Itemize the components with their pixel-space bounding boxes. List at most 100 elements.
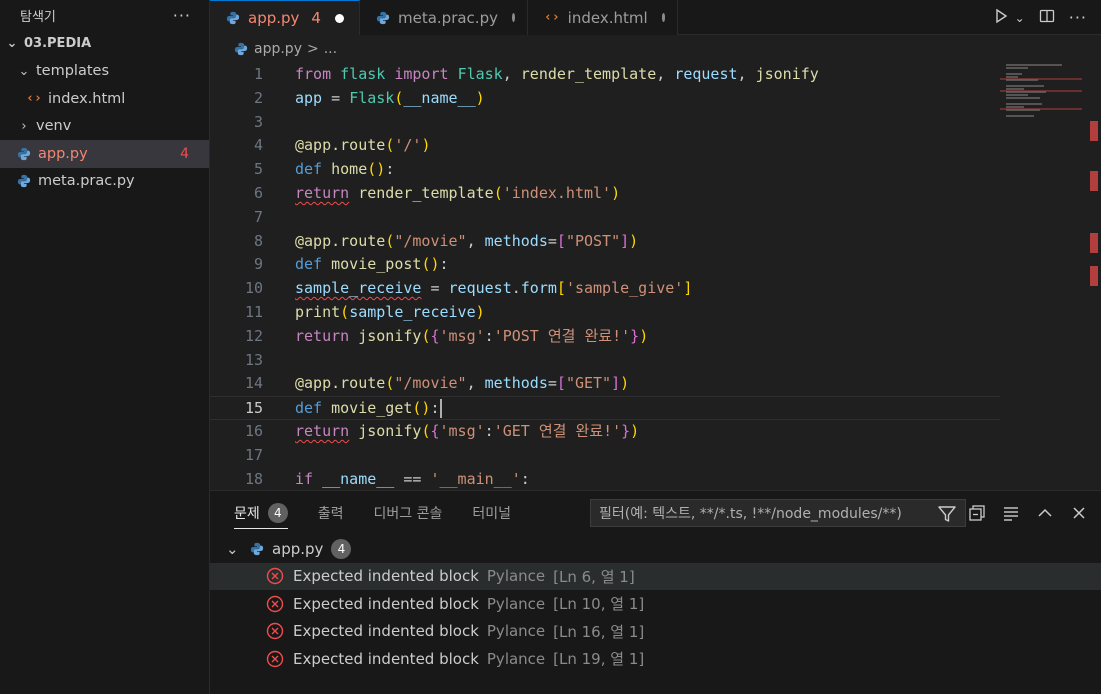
chevron-down-icon: ⌄ (6, 36, 18, 52)
tab-label: 문제 (234, 506, 260, 522)
error-icon (266, 622, 284, 640)
maximize-panel-icon[interactable] (1035, 503, 1055, 523)
problem-item[interactable]: Expected indented block Pylance [Ln 6, 열… (210, 562, 1101, 590)
unsaved-dot-icon[interactable] (661, 13, 665, 22)
more-actions-icon[interactable]: ··· (1069, 8, 1087, 27)
close-icon[interactable] (1069, 503, 1089, 523)
problem-source: Pylance (486, 594, 546, 613)
code-line[interactable]: 1 from flask import Flask, render_templat… (210, 63, 1000, 87)
tab-output[interactable]: 출력 (318, 491, 344, 535)
problem-item[interactable]: Expected indented block Pylance [Ln 16, … (210, 618, 1101, 646)
more-actions-icon[interactable]: ··· (173, 6, 191, 25)
code-line[interactable]: 11 print(sample_receive) (210, 301, 1000, 325)
code-line[interactable]: 6 return render_template('index.html') (210, 182, 1000, 206)
code-text: print(sample_receive) (295, 303, 485, 321)
tree-item-app-py[interactable]: app.py 4 (0, 140, 209, 168)
code-text: def movie_get(): (295, 399, 442, 419)
tab-meta-prac-py[interactable]: meta.prac.py (360, 0, 528, 35)
minimap[interactable] (1000, 63, 1090, 490)
code-line[interactable]: 12 return jsonify({'msg':'POST 연결 완료!'}) (210, 325, 1000, 349)
breadcrumb-symbols[interactable]: ... (324, 41, 337, 57)
code-line[interactable]: 17 (210, 444, 1000, 468)
tree-item-label: index.html (48, 90, 126, 107)
unsaved-dot-icon[interactable] (334, 13, 344, 23)
python-icon (250, 542, 264, 556)
problem-location: [Ln 10, 열 1] (553, 595, 645, 614)
code-line[interactable]: 18 if __name__ == '__main__': (210, 468, 1000, 490)
line-number: 10 (244, 279, 263, 298)
code-line[interactable]: 13 (210, 349, 1000, 373)
line-number: 17 (244, 445, 263, 464)
breadcrumb-separator: > (306, 41, 319, 57)
tab-debug-console[interactable]: 디버그 콘솔 (374, 491, 443, 535)
tab-label: 디버그 콘솔 (373, 506, 443, 522)
code-text: def home(): (295, 160, 395, 179)
breadcrumb-file[interactable]: app.py (254, 41, 302, 57)
code-text: @app.route('/') (295, 136, 431, 155)
tab-terminal[interactable]: 터미널 (472, 491, 511, 535)
code-text: return jsonify({'msg':'GET 연결 완료!'}) (295, 422, 640, 440)
chevron-right-icon: › (21, 118, 27, 134)
editor-scrollbar[interactable] (1090, 63, 1101, 490)
code-line[interactable]: 7 (210, 206, 1000, 230)
tab-label: 터미널 (472, 506, 512, 522)
tree-item-index-html[interactable]: ‹› index.html (0, 85, 209, 113)
code-line[interactable]: 5 def home(): (210, 158, 1000, 182)
tab-label: meta.prac.py (398, 8, 498, 27)
code-line[interactable]: 10 sample_receive = request.form['sample_… (210, 277, 1000, 301)
view-as-list-icon[interactable] (1001, 503, 1021, 523)
tree-item-meta-prac-py[interactable]: meta.prac.py (0, 168, 209, 196)
tree-item-venv[interactable]: › venv (0, 113, 209, 141)
code-line[interactable]: 8 @app.route("/movie", methods=["POST"]) (210, 230, 1000, 254)
code-line-current[interactable]: 15 def movie_get(): (210, 396, 1000, 420)
tree-item-label: meta.prac.py (38, 173, 135, 190)
line-number: 3 (253, 112, 263, 131)
run-icon[interactable] (993, 8, 1009, 28)
problems-group-app-py[interactable]: ⌄ app.py 4 (210, 535, 1101, 563)
code-line[interactable]: 3 (210, 111, 1000, 135)
line-number: 12 (244, 326, 263, 345)
tab-label: app.py (248, 9, 300, 27)
html-icon: ‹› (26, 91, 42, 107)
problem-location: [Ln 6, 열 1] (553, 567, 635, 586)
code-text: app = Flask(__name__) (295, 88, 485, 107)
problem-item[interactable]: Expected indented block Pylance [Ln 10, … (210, 590, 1101, 618)
code-text: if __name__ == '__main__': (295, 469, 530, 488)
chevron-down-icon[interactable]: ⌄ (1015, 11, 1025, 25)
workspace-root[interactable]: ⌄ 03.PEDIA (0, 30, 209, 58)
tab-app-py[interactable]: app.py 4 (210, 0, 360, 35)
code-editor[interactable]: 1 from flask import Flask, render_templat… (210, 63, 1101, 490)
line-number: 1 (253, 65, 263, 83)
line-number: 11 (244, 303, 263, 321)
tab-label: index.html (567, 8, 648, 27)
html-icon: ‹› (544, 10, 560, 25)
problem-message: Expected indented block (293, 649, 479, 668)
code-line[interactable]: 14 @app.route("/movie", methods=["GET"]) (210, 372, 1000, 396)
unsaved-dot-icon[interactable] (511, 13, 515, 22)
group-count-badge: 4 (331, 538, 352, 559)
code-text: @app.route("/movie", methods=["GET"]) (295, 374, 630, 393)
collapse-all-icon[interactable] (967, 503, 987, 523)
problem-item[interactable]: Expected indented block Pylance [Ln 19, … (210, 645, 1101, 673)
filter-icon[interactable] (937, 504, 957, 528)
tree-item-templates[interactable]: ⌄ templates (0, 58, 209, 86)
tab-index-html[interactable]: ‹› index.html (528, 0, 678, 35)
line-number: 16 (244, 422, 263, 440)
code-line[interactable]: 2 app = Flask(__name__) (210, 87, 1000, 111)
editor-tab-bar: app.py 4 meta.prac.py ‹› index.html ⌄ ··… (210, 0, 1101, 35)
problem-message: Expected indented block (293, 567, 479, 586)
code-line[interactable]: 16 return jsonify({'msg':'GET 연결 완료!'}) (210, 420, 1000, 444)
tab-problems[interactable]: 문제 4 (234, 491, 288, 535)
breadcrumb: app.py > ... (210, 35, 337, 63)
error-icon (266, 650, 284, 668)
problems-filter-input[interactable]: 필터(예: 텍스트, **/*.ts, !**/node_modules/**) (590, 499, 966, 527)
tree-item-label: venv (36, 118, 72, 135)
code-line[interactable]: 4 @app.route('/') (210, 134, 1000, 158)
filter-placeholder: 필터(예: 텍스트, **/*.ts, !**/node_modules/**) (599, 506, 902, 522)
tree-item-label: templates (36, 63, 110, 80)
line-number: 15 (244, 399, 263, 418)
code-text: from flask import Flask, render_template… (295, 65, 819, 83)
code-line[interactable]: 9 def movie_post(): (210, 253, 1000, 277)
split-editor-icon[interactable] (1039, 8, 1055, 28)
panel-actions (967, 499, 1089, 527)
